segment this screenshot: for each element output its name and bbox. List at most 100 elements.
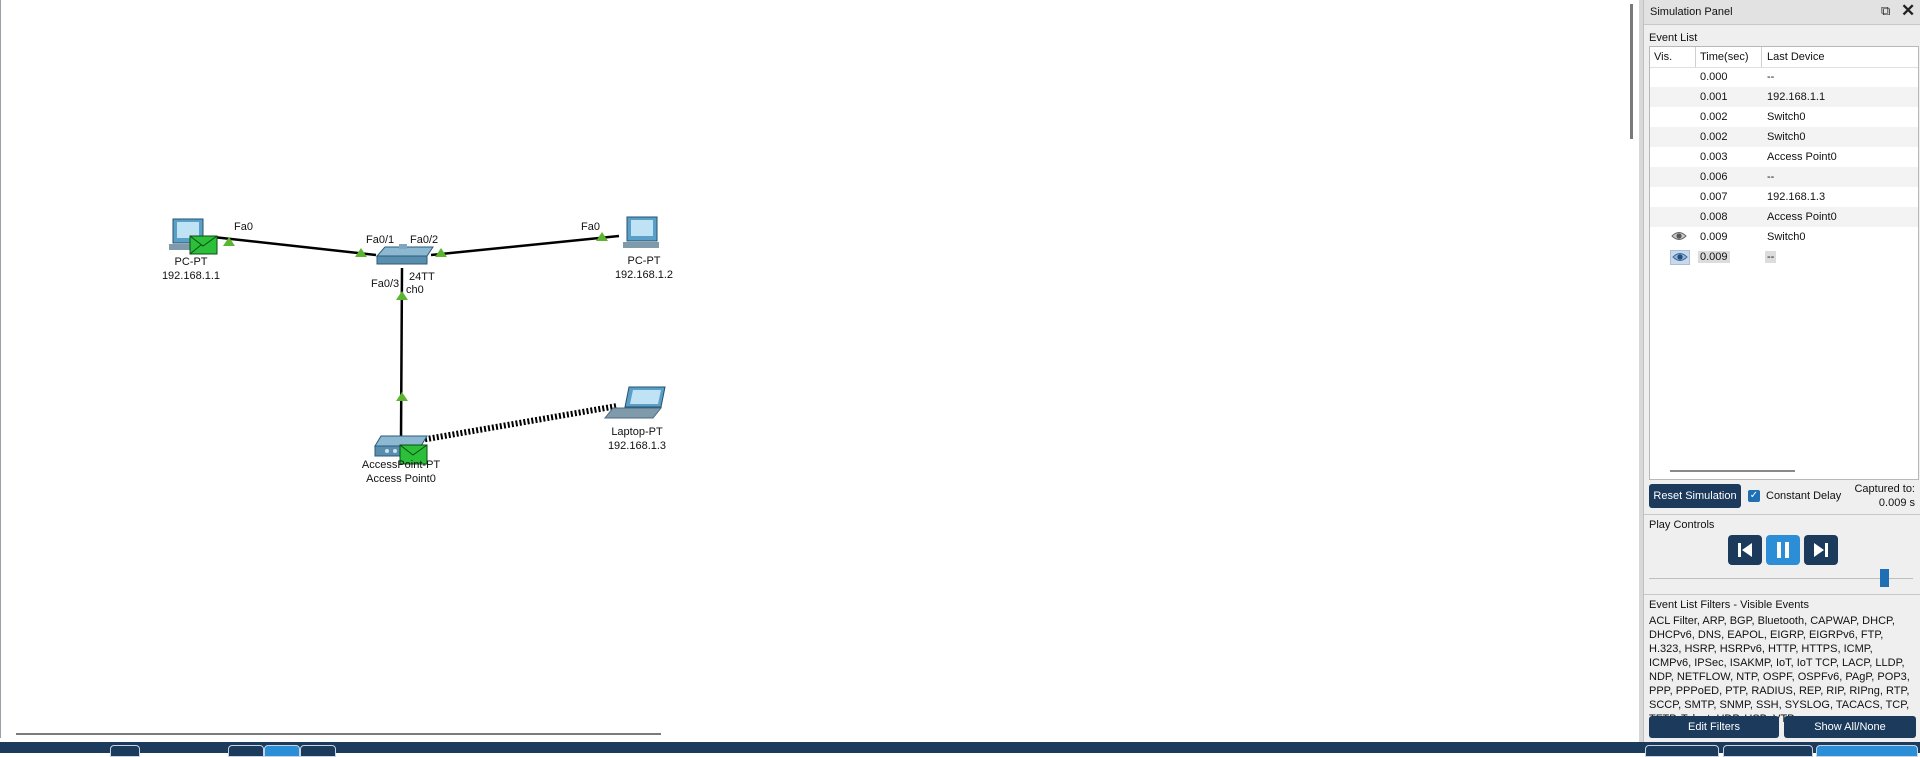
port-label-switch-fa03: Fa0/3 bbox=[371, 278, 400, 290]
laptop-device-icon[interactable] bbox=[603, 386, 666, 419]
pause-button[interactable] bbox=[1766, 535, 1800, 565]
laptop-model-label: Laptop-PT bbox=[611, 426, 663, 438]
show-all-none-button[interactable]: Show All/None bbox=[1784, 716, 1916, 738]
panel-title: Simulation Panel bbox=[1650, 6, 1733, 18]
close-icon[interactable]: ✕ bbox=[1901, 1, 1915, 21]
event-time: 0.007 bbox=[1700, 191, 1728, 203]
pc2-model-label: PC-PT bbox=[627, 255, 661, 267]
event-row-selected[interactable]: 0.009 -- bbox=[1650, 247, 1918, 267]
event-time: 0.006 bbox=[1700, 171, 1728, 183]
toolbar-tab[interactable] bbox=[228, 745, 264, 757]
toolbar-tab[interactable] bbox=[1645, 745, 1719, 757]
vis-cell[interactable] bbox=[1670, 210, 1688, 223]
ap-model-label: AccessPoint-PT bbox=[361, 459, 441, 471]
event-row[interactable]: 0.002 Switch0 bbox=[1650, 127, 1918, 147]
port-label-pc1: Fa0 bbox=[234, 221, 253, 233]
vis-cell[interactable] bbox=[1670, 190, 1688, 203]
switch-model-label: 24TT bbox=[409, 271, 435, 283]
event-device: -- bbox=[1767, 171, 1775, 183]
panel-titlebar: Simulation Panel ⧉ ✕ bbox=[1644, 0, 1920, 25]
link-pc1-switch[interactable] bbox=[212, 235, 377, 257]
switch-name-label: ch0 bbox=[406, 284, 424, 296]
event-device: Switch0 bbox=[1767, 131, 1806, 143]
pc2-device-icon[interactable] bbox=[623, 216, 659, 248]
column-header-time[interactable]: Time(sec) bbox=[1700, 51, 1748, 63]
pc2-name-label: 192.168.1.2 bbox=[614, 269, 674, 281]
step-back-icon bbox=[1738, 543, 1752, 557]
event-time: 0.003 bbox=[1700, 151, 1728, 163]
event-time: 0.008 bbox=[1700, 211, 1728, 223]
step-back-button[interactable] bbox=[1728, 535, 1762, 565]
vis-cell[interactable] bbox=[1670, 110, 1688, 123]
event-device: -- bbox=[1765, 251, 1777, 263]
bottom-toolbar bbox=[0, 742, 1920, 757]
port-label-pc2: Fa0 bbox=[581, 221, 600, 233]
workspace-horizontal-scrollbar[interactable] bbox=[16, 733, 661, 735]
topology-canvas[interactable] bbox=[1, 0, 1625, 738]
workspace-vertical-scrollbar[interactable] bbox=[1625, 0, 1639, 738]
event-list-horizontal-scrollbar[interactable] bbox=[1670, 470, 1795, 472]
toolbar-tab-active[interactable] bbox=[1816, 745, 1918, 757]
edit-filters-button[interactable]: Edit Filters bbox=[1649, 716, 1779, 738]
captured-to-label: Captured to: bbox=[1854, 483, 1915, 495]
event-device: Switch0 bbox=[1767, 231, 1806, 243]
column-header-vis[interactable]: Vis. bbox=[1654, 51, 1672, 63]
pause-icon bbox=[1777, 542, 1789, 558]
event-time: 0.000 bbox=[1700, 71, 1728, 83]
pdu-envelope-icon[interactable] bbox=[189, 235, 218, 255]
toolbar-tab-active[interactable] bbox=[264, 745, 300, 757]
event-time: 0.002 bbox=[1700, 111, 1728, 123]
reset-simulation-button[interactable]: Reset Simulation bbox=[1649, 484, 1741, 508]
eye-icon[interactable] bbox=[1670, 230, 1688, 243]
logical-workspace[interactable]: Fa0 PC-PT 192.168.1.1 Fa0/1 Fa0/2 Fa0/3 … bbox=[0, 0, 1625, 738]
event-row[interactable]: 0.001 192.168.1.1 bbox=[1650, 87, 1918, 107]
event-device: Access Point0 bbox=[1767, 211, 1837, 223]
pc1-name-label: 192.168.1.1 bbox=[161, 270, 221, 282]
restore-icon[interactable]: ⧉ bbox=[1881, 3, 1890, 19]
switch-device-icon[interactable] bbox=[375, 244, 434, 265]
event-row[interactable]: 0.009 Switch0 bbox=[1650, 227, 1918, 247]
pc1-model-label: PC-PT bbox=[174, 256, 208, 268]
event-row[interactable]: 0.007 192.168.1.3 bbox=[1650, 187, 1918, 207]
ap-name-label: Access Point0 bbox=[366, 473, 436, 485]
vis-cell[interactable] bbox=[1670, 150, 1688, 163]
event-row[interactable]: 0.003 Access Point0 bbox=[1650, 147, 1918, 167]
event-time: 0.001 bbox=[1700, 91, 1728, 103]
play-speed-slider-thumb[interactable] bbox=[1880, 569, 1889, 587]
step-forward-icon bbox=[1814, 543, 1828, 557]
eye-icon[interactable] bbox=[1670, 250, 1690, 265]
simulation-panel: Simulation Panel ⧉ ✕ Event List Vis. Tim… bbox=[1643, 0, 1920, 742]
vis-cell[interactable] bbox=[1670, 90, 1688, 103]
event-time: 0.002 bbox=[1700, 131, 1728, 143]
constant-delay-checkbox[interactable]: ✓ bbox=[1748, 490, 1760, 502]
column-header-device[interactable]: Last Device bbox=[1767, 51, 1824, 63]
event-list-table[interactable]: Vis. Time(sec) Last Device 0.000 -- 0.00… bbox=[1649, 46, 1919, 480]
vis-cell[interactable] bbox=[1670, 170, 1688, 183]
event-device: Access Point0 bbox=[1767, 151, 1837, 163]
toolbar-tab[interactable] bbox=[110, 745, 140, 757]
event-device: 192.168.1.1 bbox=[1767, 91, 1826, 103]
wireless-link-ap-laptop bbox=[420, 403, 618, 443]
event-time: 0.009 bbox=[1700, 231, 1728, 243]
event-row[interactable]: 0.000 -- bbox=[1650, 67, 1918, 87]
event-row[interactable]: 0.002 Switch0 bbox=[1650, 107, 1918, 127]
laptop-name-label: 192.168.1.3 bbox=[607, 440, 667, 452]
link-switch-pc2[interactable] bbox=[430, 234, 620, 257]
vis-cell[interactable] bbox=[1670, 70, 1688, 83]
event-row[interactable]: 0.006 -- bbox=[1650, 167, 1918, 187]
vis-cell[interactable] bbox=[1670, 130, 1688, 143]
event-filters-label: Event List Filters - Visible Events bbox=[1649, 599, 1809, 611]
port-label-switch-fa01: Fa0/1 bbox=[366, 234, 395, 246]
step-forward-button[interactable] bbox=[1804, 535, 1838, 565]
event-time: 0.009 bbox=[1698, 251, 1730, 263]
event-row[interactable]: 0.008 Access Point0 bbox=[1650, 207, 1918, 227]
play-speed-slider-track[interactable] bbox=[1649, 578, 1913, 579]
toolbar-tab[interactable] bbox=[300, 745, 336, 757]
event-device: 192.168.1.3 bbox=[1767, 191, 1826, 203]
port-label-switch-fa02: Fa0/2 bbox=[410, 234, 439, 246]
event-device: -- bbox=[1767, 71, 1775, 83]
play-controls-label: Play Controls bbox=[1649, 519, 1715, 531]
event-list-header: Vis. Time(sec) Last Device bbox=[1650, 47, 1918, 68]
toolbar-tab[interactable] bbox=[1723, 745, 1813, 757]
event-device: Switch0 bbox=[1767, 111, 1806, 123]
